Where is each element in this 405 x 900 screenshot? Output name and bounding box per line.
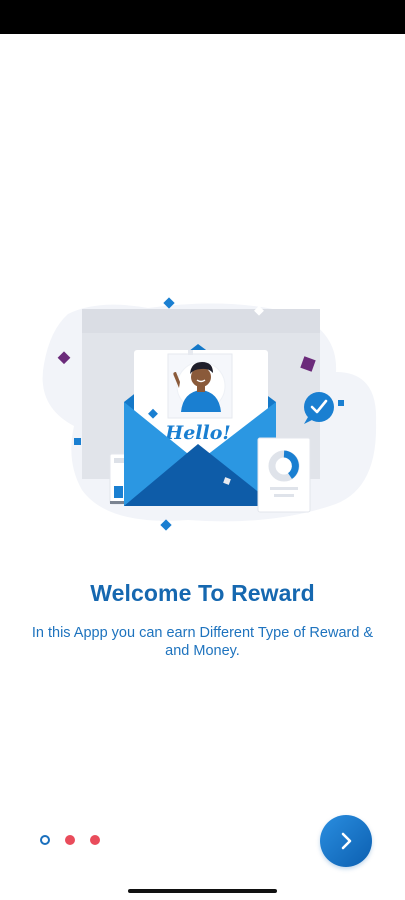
- status-bar: [0, 0, 405, 34]
- page-dot-2[interactable]: [65, 835, 75, 845]
- page-dot-1-active[interactable]: [40, 835, 50, 845]
- chevron-right-icon: [341, 832, 352, 850]
- welcome-description: In this Appp you can earn Different Type…: [31, 625, 374, 659]
- welcome-title: Welcome To Reward: [90, 580, 315, 606]
- home-indicator[interactable]: [128, 889, 277, 893]
- page-dot-3[interactable]: [90, 835, 100, 845]
- hello-text: Hello!: [164, 422, 231, 444]
- hello-envelope-illustration: Hello!: [42, 297, 377, 531]
- next-button[interactable]: [320, 815, 372, 867]
